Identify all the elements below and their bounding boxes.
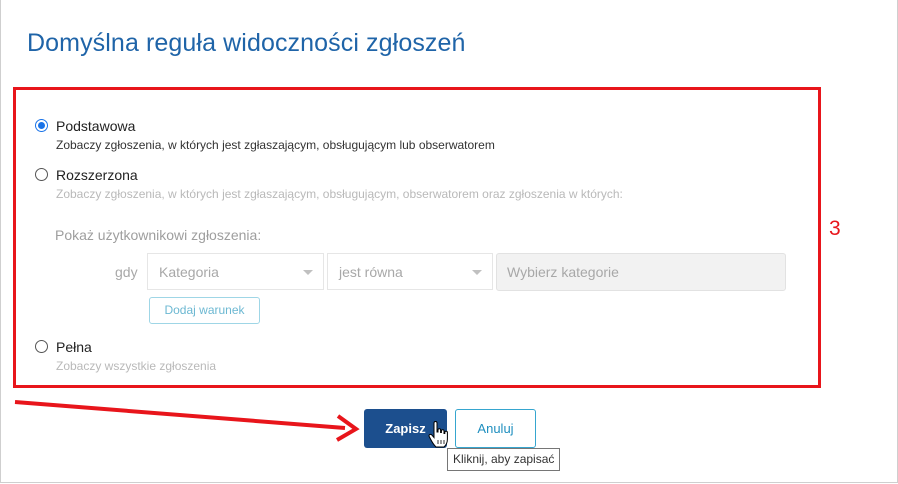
hand-pointer-icon [428,421,448,448]
save-tooltip: Kliknij, aby zapisać [447,448,561,471]
red-arrow-icon [14,400,360,442]
cancel-button[interactable]: Anuluj [455,409,536,448]
